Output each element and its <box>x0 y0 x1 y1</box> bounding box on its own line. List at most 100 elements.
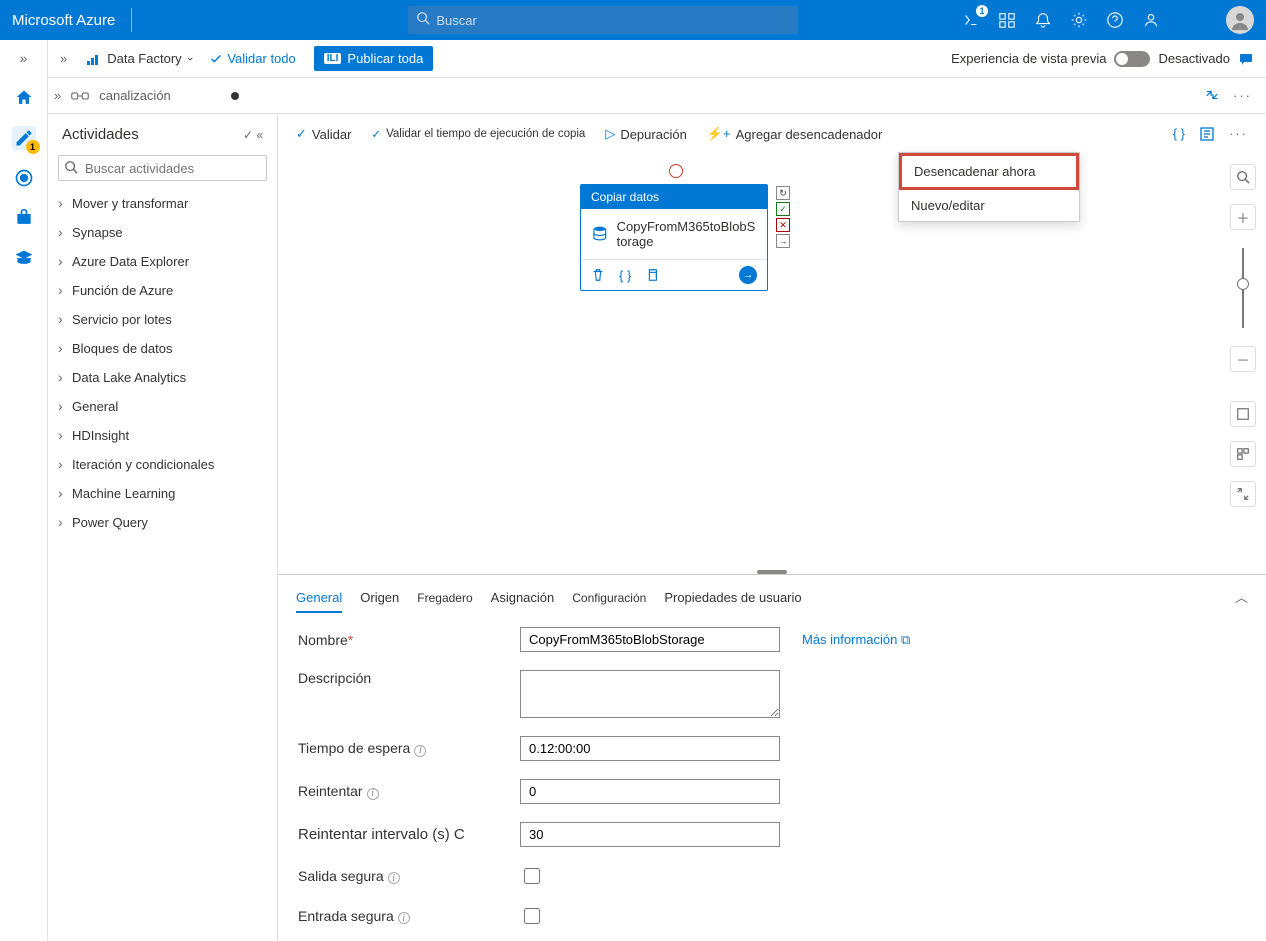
activities-title: Actividades <box>62 126 139 143</box>
fit-screen-icon[interactable] <box>1230 401 1256 427</box>
info-icon[interactable]: i <box>388 872 400 884</box>
chevron-down-icon: › <box>183 57 195 61</box>
activity-categories: Mover y transformar Synapse Azure Data E… <box>48 189 277 537</box>
author-icon[interactable]: 1 <box>12 126 36 150</box>
canvas-more-icon[interactable]: ··· <box>1229 126 1248 142</box>
secure-output-checkbox[interactable] <box>524 868 540 884</box>
category-item[interactable]: HDInsight <box>48 421 277 450</box>
code-view-icon[interactable]: { } <box>1173 126 1185 142</box>
node-code-icon[interactable]: { } <box>619 268 631 283</box>
category-item[interactable]: Power Query <box>48 508 277 537</box>
tab-sink[interactable]: Fregadero <box>417 591 472 611</box>
notifications-icon[interactable] <box>1034 11 1052 29</box>
node-retry-port-icon[interactable]: ↻ <box>776 186 790 200</box>
tab-general[interactable]: General <box>296 590 342 613</box>
global-search-input[interactable] <box>408 6 798 34</box>
timeout-input[interactable] <box>520 736 780 761</box>
preview-toggle[interactable] <box>1114 51 1150 67</box>
resize-handle[interactable] <box>757 570 787 574</box>
category-item[interactable]: Synapse <box>48 218 277 247</box>
category-item[interactable]: Machine Learning <box>48 479 277 508</box>
validate-all-button[interactable]: Validar todo <box>209 51 295 66</box>
trigger-new-edit-item[interactable]: Nuevo/editar <box>899 190 1079 221</box>
search-canvas-icon[interactable] <box>1230 164 1256 190</box>
debug-button[interactable]: ▷Depuración <box>605 126 687 142</box>
collapse-canvas-icon[interactable] <box>1230 481 1256 507</box>
category-item[interactable]: Mover y transformar <box>48 189 277 218</box>
cloud-shell-icon[interactable]: 1 <box>962 11 980 29</box>
category-item[interactable]: Función de Azure <box>48 276 277 305</box>
info-icon[interactable]: i <box>414 745 426 757</box>
retry-interval-label: Reintentar intervalo (s) C <box>298 826 508 843</box>
user-avatar[interactable] <box>1226 6 1254 34</box>
category-item[interactable]: General <box>48 392 277 421</box>
collapse-props-icon[interactable]: ︿ <box>1235 587 1248 606</box>
settings-icon[interactable] <box>1070 11 1088 29</box>
expand-canvas-icon[interactable] <box>1205 88 1219 103</box>
category-item[interactable]: Azure Data Explorer <box>48 247 277 276</box>
directories-icon[interactable] <box>998 11 1016 29</box>
tab-origin[interactable]: Origen <box>360 590 399 611</box>
pipeline-tab[interactable]: canalización <box>99 88 171 103</box>
clone-node-icon[interactable] <box>645 268 659 282</box>
node-top-handle[interactable] <box>669 164 683 178</box>
expand-left-icon[interactable]: » <box>54 88 61 103</box>
expand-rail-icon[interactable]: » <box>12 46 36 70</box>
secure-input-checkbox[interactable] <box>524 908 540 924</box>
info-icon[interactable]: i <box>367 788 379 800</box>
info-icon[interactable]: i <box>398 912 410 924</box>
tab-settings[interactable]: Configuración <box>572 591 646 611</box>
zoom-out-icon[interactable]: － <box>1230 346 1256 372</box>
node-run-icon[interactable]: → <box>739 266 757 284</box>
unsaved-indicator <box>231 92 239 100</box>
category-item[interactable]: Iteración y condicionales <box>48 450 277 479</box>
author-badge: 1 <box>26 140 40 154</box>
trigger-now-item[interactable]: Desencadenar ahora <box>899 153 1079 190</box>
secure-input-label: Entrada segurai <box>298 908 508 925</box>
publish-all-button[interactable]: ILI Publicar toda <box>314 46 434 71</box>
retry-input[interactable] <box>520 779 780 804</box>
copy-activity-node[interactable]: Copiar datos CopyFromM365toBlobStorage {… <box>580 184 768 291</box>
zoom-slider[interactable] <box>1242 248 1244 328</box>
activities-collapse-icon[interactable]: ✓ « <box>243 128 263 142</box>
validate-runtime-button[interactable]: ✓Validar el tiempo de ejecución de copia <box>371 127 585 141</box>
delete-node-icon[interactable] <box>591 268 605 282</box>
node-success-port-icon[interactable]: ✓ <box>776 202 790 216</box>
feedback-icon[interactable] <box>1142 11 1160 29</box>
node-skip-port-icon[interactable]: → <box>776 234 790 248</box>
activities-panel: Actividades ✓ « Mover y transformar Syna… <box>48 114 278 941</box>
node-name: CopyFromM365toBlobStorage <box>617 219 757 249</box>
validate-button[interactable]: ✓Validar <box>296 126 351 142</box>
minimap-icon[interactable] <box>1230 441 1256 467</box>
preview-state: Desactivado <box>1158 51 1230 66</box>
description-input[interactable] <box>520 670 780 718</box>
learning-icon[interactable] <box>12 246 36 270</box>
home-icon[interactable] <box>12 86 36 110</box>
canvas-zoom-tools: ＋ － <box>1230 164 1256 507</box>
node-type: Copiar datos <box>581 185 767 209</box>
activities-search-input[interactable] <box>58 155 267 181</box>
more-actions-icon[interactable]: ··· <box>1233 88 1252 103</box>
more-info-link[interactable]: Más información ⧉ <box>802 632 1246 648</box>
node-failure-port-icon[interactable]: ✕ <box>776 218 790 232</box>
help-icon[interactable] <box>1106 11 1124 29</box>
pipeline-canvas[interactable]: ✓Validar ✓Validar el tiempo de ejecución… <box>278 114 1266 941</box>
search-icon <box>416 11 430 25</box>
retry-interval-input[interactable] <box>520 822 780 847</box>
category-item[interactable]: Bloques de datos <box>48 334 277 363</box>
expand-tree-icon[interactable]: » <box>60 51 67 66</box>
category-item[interactable]: Servicio por lotes <box>48 305 277 334</box>
feedback-small-icon[interactable] <box>1238 51 1254 67</box>
add-trigger-button[interactable]: ⚡+Agregar desencadenador <box>707 126 883 142</box>
monitor-icon[interactable] <box>12 166 36 190</box>
zoom-in-icon[interactable]: ＋ <box>1230 204 1256 230</box>
factory-selector[interactable]: Data Factory › <box>85 51 191 67</box>
azure-top-bar: Microsoft Azure 1 <box>0 0 1266 40</box>
manage-icon[interactable] <box>12 206 36 230</box>
category-item[interactable]: Data Lake Analytics <box>48 363 277 392</box>
name-input[interactable] <box>520 627 780 652</box>
tab-mapping[interactable]: Asignación <box>491 590 555 611</box>
properties-icon[interactable] <box>1199 126 1215 142</box>
notification-badge: 1 <box>976 5 988 17</box>
tab-user-props[interactable]: Propiedades de usuario <box>664 590 801 611</box>
